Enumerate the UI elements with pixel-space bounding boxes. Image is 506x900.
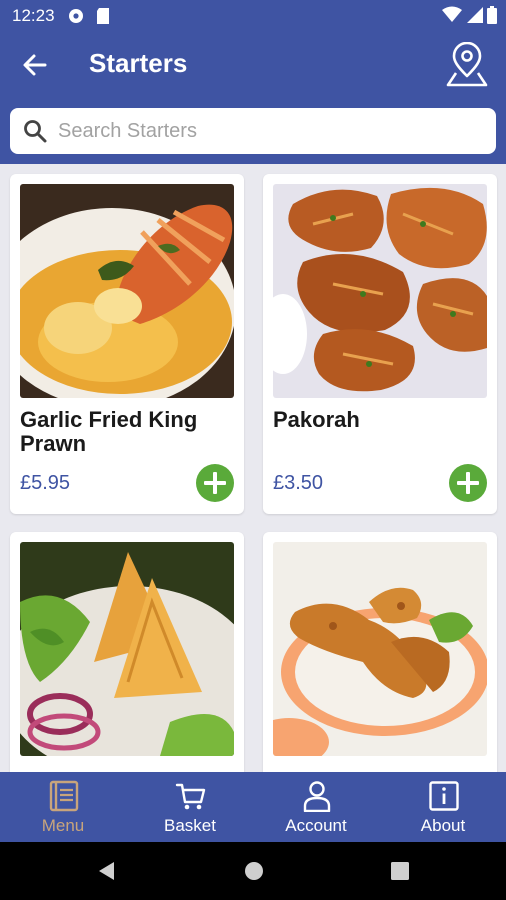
- nav-label: Basket: [164, 816, 216, 835]
- dish-image: [20, 184, 234, 398]
- add-to-basket-button[interactable]: [196, 464, 234, 502]
- search-icon: [24, 120, 47, 143]
- nav-label: Account: [285, 816, 347, 835]
- search-box[interactable]: [10, 108, 496, 154]
- battery-icon: [487, 6, 497, 24]
- back-arrow-icon[interactable]: [18, 48, 52, 82]
- back-triangle-icon[interactable]: [96, 860, 118, 882]
- settings-icon: [69, 9, 83, 23]
- menu-item-card[interactable]: Garlic Fried King Prawn £5.95: [10, 174, 244, 514]
- menu-item-card[interactable]: Pakorah £3.50: [263, 174, 497, 514]
- app-bar: Starters: [0, 32, 506, 98]
- cart-icon: [175, 783, 206, 810]
- status-time: 12:23: [12, 6, 55, 25]
- recents-square-icon[interactable]: [390, 861, 410, 881]
- nav-label: Menu: [41, 816, 85, 835]
- person-icon: [303, 781, 331, 812]
- nav-item-account[interactable]: Account: [253, 772, 379, 842]
- home-circle-icon[interactable]: [243, 860, 265, 882]
- page-title: Starters: [89, 48, 188, 78]
- signal-icon: [467, 7, 483, 23]
- dish-image: [273, 542, 487, 756]
- menu-item-card[interactable]: [10, 532, 244, 772]
- wifi-icon: [442, 6, 462, 22]
- dish-price: £3.50: [273, 472, 324, 494]
- location-pin-icon[interactable]: [445, 42, 489, 88]
- sd-card-icon: [97, 8, 109, 24]
- dish-name: Pakorah: [273, 407, 360, 432]
- status-bar: 12:23: [0, 0, 506, 32]
- nav-item-basket[interactable]: Basket: [127, 772, 253, 842]
- nav-label: About: [420, 816, 466, 835]
- add-to-basket-button[interactable]: [449, 464, 487, 502]
- nav-item-about[interactable]: About: [380, 772, 506, 842]
- bottom-nav: Menu Basket Account About: [0, 772, 506, 842]
- dish-image: [20, 542, 234, 756]
- dish-price: £5.95: [20, 472, 71, 494]
- system-nav-bar: [0, 842, 506, 900]
- menu-book-icon: [49, 780, 79, 812]
- info-icon: [429, 781, 459, 811]
- search-input[interactable]: [58, 108, 478, 154]
- search-bar: [0, 98, 506, 164]
- menu-grid: Garlic Fried King Prawn £5.95 Pakorah £3…: [0, 164, 506, 772]
- menu-item-card[interactable]: [263, 532, 497, 772]
- dish-image: [273, 184, 487, 398]
- nav-item-menu[interactable]: Menu: [0, 772, 126, 842]
- dish-name: Garlic Fried King Prawn: [20, 407, 198, 456]
